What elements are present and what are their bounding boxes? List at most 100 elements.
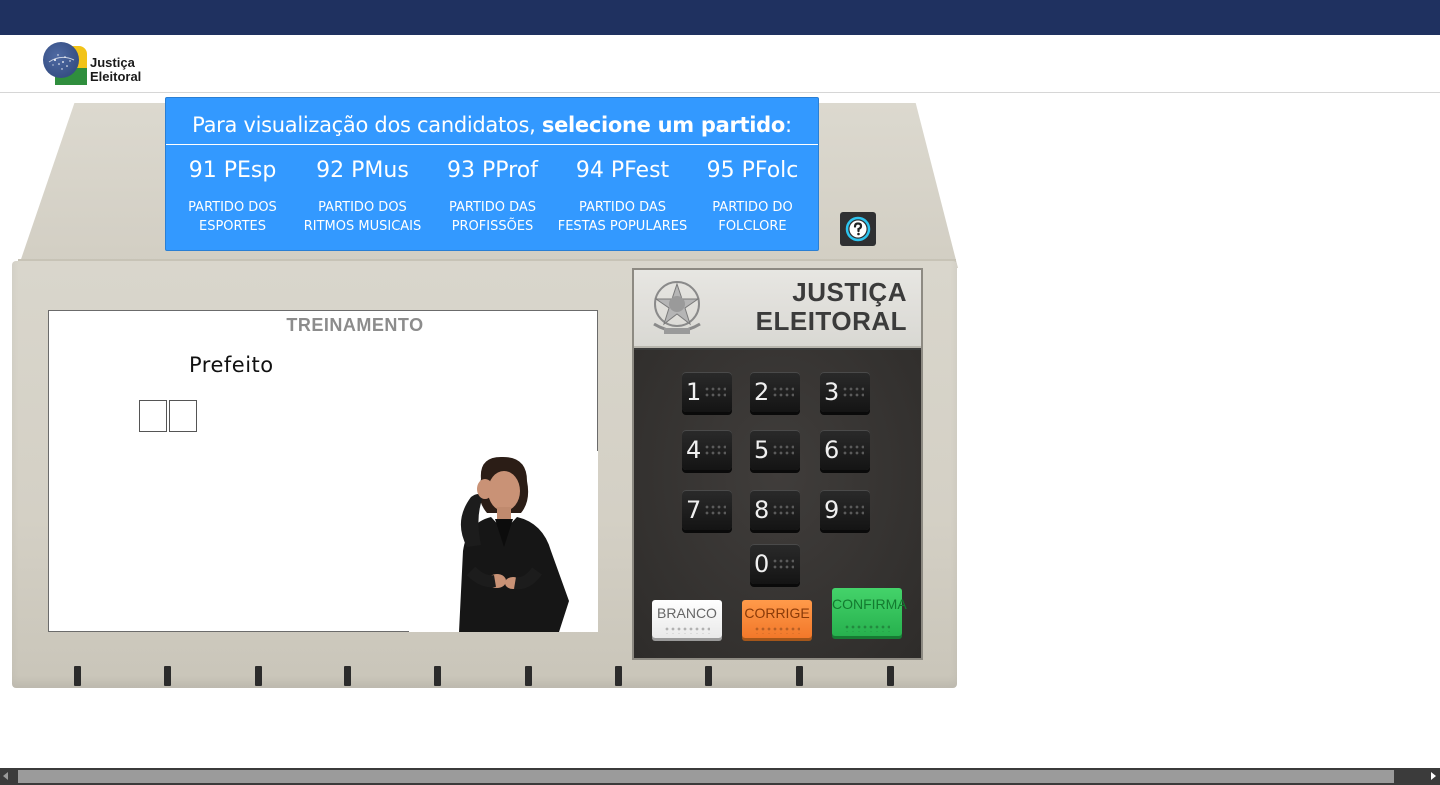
site-header: Justiça Eleitoral	[0, 35, 1440, 93]
brand-title-line-2: ELEITORAL	[755, 306, 907, 336]
justica-eleitoral-logo[interactable]: Justiça Eleitoral	[43, 42, 153, 86]
braille-dots	[664, 626, 710, 634]
party-number: 95 PFolc	[706, 158, 799, 183]
party-number: 94 PFest	[575, 158, 670, 183]
office-title: Prefeito	[189, 353, 274, 377]
party-option-95[interactable]: 95 PFolc PARTIDO DO FOLCLORE	[687, 146, 818, 250]
braille-dots	[844, 624, 890, 632]
party-option-92[interactable]: 92 PMus PARTIDO DOS RITMOS MUSICAIS	[297, 146, 428, 250]
key-0-label: 0	[754, 550, 770, 578]
scroll-left-icon[interactable]	[3, 772, 8, 780]
party-number: 92 PMus	[316, 158, 409, 183]
party-name-line-1: PARTIDO DAS	[578, 200, 667, 215]
heading-prefix: Para visualização dos candidatos,	[192, 113, 542, 137]
scrollbar-thumb[interactable]	[18, 770, 1394, 783]
braille-dots	[772, 558, 794, 570]
key-5-label: 5	[754, 436, 770, 464]
party-number: 93 PProf	[447, 158, 538, 183]
key-8-label: 8	[754, 496, 770, 524]
key-5[interactable]: 5	[750, 430, 800, 470]
braille-dots	[704, 444, 726, 456]
party-name: PARTIDO DOS RITMOS MUSICAIS	[297, 198, 428, 236]
horizontal-scrollbar[interactable]	[0, 768, 1440, 785]
key-3-label: 3	[824, 378, 840, 406]
party-option-91[interactable]: 91 PEsp PARTIDO DOS ESPORTES	[167, 146, 298, 250]
key-9-label: 9	[824, 496, 840, 524]
braille-dots	[704, 504, 726, 516]
heading-bold: selecione um partido	[541, 113, 786, 137]
sign-language-interpreter-video	[409, 451, 598, 632]
party-name: PARTIDO DAS FESTAS POPULARES	[557, 198, 688, 236]
corrige-button[interactable]: CORRIGE	[742, 600, 812, 638]
party-name: PARTIDO DO FOLCLORE	[687, 198, 818, 236]
logo-line-2: Eleitoral	[90, 69, 142, 84]
party-name-line-1: PARTIDO DOS	[318, 200, 407, 215]
voting-screen: TREINAMENTO Prefeito	[48, 310, 598, 632]
vent-slot	[255, 666, 262, 686]
party-number: 91 PEsp	[188, 158, 277, 183]
vent-slot	[74, 666, 81, 686]
national-seal-icon	[653, 281, 701, 334]
key-6-label: 6	[824, 436, 840, 464]
party-name-line-2: FESTAS POPULARES	[557, 219, 688, 234]
key-3[interactable]: 3	[820, 372, 870, 412]
braille-dots	[754, 626, 800, 634]
digit-box-2	[169, 400, 197, 432]
scroll-right-icon[interactable]	[1431, 772, 1436, 780]
vent-slot	[164, 666, 171, 686]
vent-slot	[525, 666, 532, 686]
braille-dots	[842, 444, 864, 456]
party-name: PARTIDO DOS ESPORTES	[167, 198, 298, 236]
braille-dots	[772, 444, 794, 456]
corrige-label: CORRIGE	[744, 605, 810, 621]
keypad-panel: JUSTIÇA ELEITORAL 1 2 3 4 5 6 7 8 9 0 BR…	[632, 268, 923, 660]
party-option-94[interactable]: 94 PFest PARTIDO DAS FESTAS POPULARES	[557, 146, 688, 250]
key-7[interactable]: 7	[682, 490, 732, 530]
brand-title: JUSTIÇA ELEITORAL	[756, 278, 907, 336]
key-7-label: 7	[686, 496, 702, 524]
key-0[interactable]: 0	[750, 544, 800, 584]
party-selector: Para visualização dos candidatos, seleci…	[165, 97, 819, 251]
logo-stars-icon	[48, 54, 75, 70]
vent-slot	[705, 666, 712, 686]
vent-slot	[434, 666, 441, 686]
confirma-button[interactable]: CONFIRMA	[832, 588, 907, 636]
party-option-93[interactable]: 93 PProf PARTIDO DAS PROFISSÕES	[427, 146, 558, 250]
top-bar	[0, 0, 1440, 35]
branco-button[interactable]: BRANCO	[652, 600, 722, 638]
key-1-label: 1	[686, 378, 702, 406]
braille-dots	[772, 386, 794, 398]
party-name-line-1: PARTIDO DAS	[448, 200, 537, 215]
brand-title-line-1: JUSTIÇA	[792, 277, 907, 307]
party-name-line-2: FOLCLORE	[718, 219, 787, 234]
logo-text: Justiça Eleitoral	[90, 56, 141, 84]
brand-plate: JUSTIÇA ELEITORAL	[634, 270, 921, 348]
braille-dots	[704, 386, 726, 398]
key-4-label: 4	[686, 436, 702, 464]
help-button[interactable]	[840, 212, 876, 246]
party-name-line-1: PARTIDO DO	[712, 200, 793, 215]
braille-dots	[842, 504, 864, 516]
vent-slot	[796, 666, 803, 686]
party-name-line-1: PARTIDO DOS	[188, 200, 277, 215]
key-6[interactable]: 6	[820, 430, 870, 470]
key-2-label: 2	[754, 378, 770, 406]
key-1[interactable]: 1	[682, 372, 732, 412]
vent-slot	[887, 666, 894, 686]
party-name-line-2: PROFISSÕES	[451, 219, 534, 234]
vent-slot	[615, 666, 622, 686]
braille-dots	[842, 386, 864, 398]
key-2[interactable]: 2	[750, 372, 800, 412]
key-8[interactable]: 8	[750, 490, 800, 530]
key-9[interactable]: 9	[820, 490, 870, 530]
key-4[interactable]: 4	[682, 430, 732, 470]
interpreter-figure	[459, 456, 569, 632]
training-label: TREINAMENTO	[286, 315, 424, 335]
branco-label: BRANCO	[657, 605, 717, 621]
party-selector-heading: Para visualização dos candidatos, seleci…	[166, 98, 818, 145]
logo-line-1: Justiça	[90, 55, 135, 70]
party-name: PARTIDO DAS PROFISSÕES	[427, 198, 558, 236]
heading-suffix: :	[785, 113, 792, 137]
confirma-label: CONFIRMA	[832, 596, 907, 612]
braille-dots	[772, 504, 794, 516]
